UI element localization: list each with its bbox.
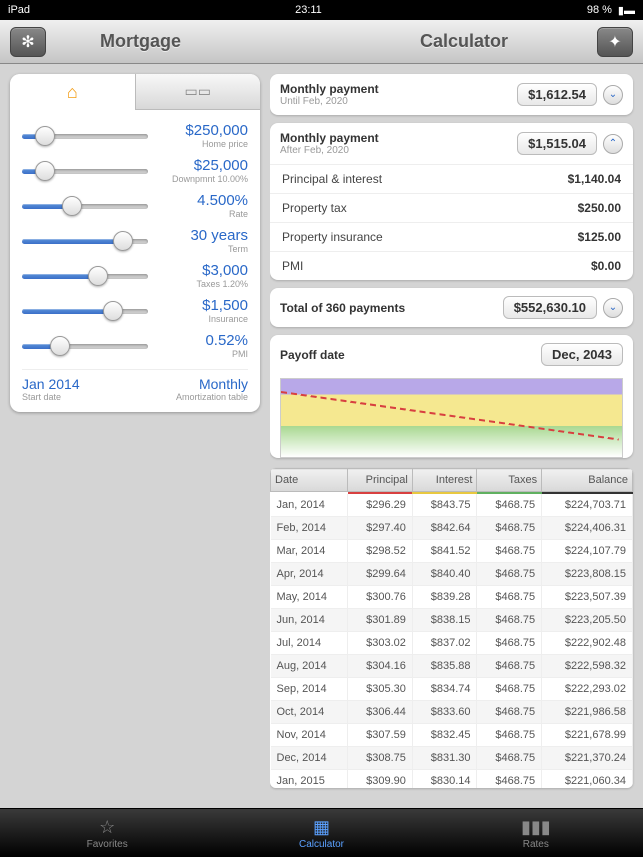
start-date-button[interactable]: Jan 2014 Start date — [22, 376, 80, 402]
payoff-chart[interactable] — [280, 378, 623, 458]
monthly-payment-after-value: $1,515.04 — [517, 132, 597, 155]
tab-rates[interactable]: ▮▮▮Rates — [429, 809, 643, 857]
inputs-card: ⌂ ▭▭ $250,000Home price $25,000Downpmnt … — [10, 74, 260, 412]
tab-favorites[interactable]: ☆Favorites — [0, 809, 214, 857]
slider-6[interactable] — [22, 336, 148, 356]
tab-calculator[interactable]: ▦Calculator — [214, 809, 428, 857]
table-row: Oct, 2014$306.44$833.60$468.75$221,986.5… — [271, 700, 633, 723]
col-header[interactable]: Interest — [412, 469, 477, 492]
col-header[interactable]: Balance — [542, 469, 633, 492]
slider-value-4: $3,000Taxes 1.20% — [148, 262, 248, 289]
slider-thumb[interactable] — [50, 336, 70, 356]
expand-button-2[interactable]: ⌄ — [603, 298, 623, 318]
payoff-date-value: Dec, 2043 — [541, 343, 623, 366]
slider-value-3: 30 yearsTerm — [148, 227, 248, 254]
table-row: May, 2014$300.76$839.28$468.75$223,507.3… — [271, 585, 633, 608]
detail-row: Principal & interest$1,140.04 — [270, 164, 633, 193]
slider-value-5: $1,500Insurance — [148, 297, 248, 324]
col-header[interactable]: Principal — [348, 469, 413, 492]
slider-value-1: $25,000Downpmnt 10.00% — [148, 157, 248, 184]
total-payments-value: $552,630.10 — [503, 296, 597, 319]
table-row: Jan, 2015$309.90$830.14$468.75$221,060.3… — [271, 769, 633, 788]
slider-thumb[interactable] — [35, 161, 55, 181]
col-header[interactable]: Taxes — [477, 469, 542, 492]
gear-icon: ✻ — [21, 32, 34, 52]
collapse-button[interactable]: ⌃ — [603, 134, 623, 154]
slider-2[interactable] — [22, 196, 148, 216]
total-payments: Total of 360 payments $552,630.10 ⌄ — [270, 288, 633, 327]
nav-title-right: Calculator — [420, 31, 508, 52]
clock: 23:11 — [295, 4, 322, 16]
star-icon: ☆ — [99, 817, 115, 838]
home-icon: ⌂ — [67, 82, 78, 103]
slider-value-6: 0.52%PMI — [148, 332, 248, 359]
table-row: Jul, 2014$303.02$837.02$468.75$222,902.4… — [271, 631, 633, 654]
cards-icon: ▭▭ — [185, 83, 211, 100]
table-row: Jun, 2014$301.89$838.15$468.75$223,205.5… — [271, 608, 633, 631]
slider-4[interactable] — [22, 266, 148, 286]
slider-thumb[interactable] — [62, 196, 82, 216]
chevron-up-icon: ⌃ — [609, 138, 617, 149]
slider-0[interactable] — [22, 126, 148, 146]
chevron-down-icon: ⌄ — [609, 302, 617, 313]
detail-row: PMI$0.00 — [270, 251, 633, 280]
amortization-table: DatePrincipalInterestTaxesBalance Jan, 2… — [270, 468, 633, 788]
monthly-payment-until: Monthly payment Until Feb, 2020 $1,612.5… — [270, 74, 633, 115]
slider-thumb[interactable] — [35, 126, 55, 146]
amortization-button[interactable]: Monthly Amortization table — [176, 376, 248, 402]
calculator-icon: ▦ — [313, 817, 330, 838]
table-row: Nov, 2014$307.59$832.45$468.75$221,678.9… — [271, 723, 633, 746]
tab-bar: ☆Favorites ▦Calculator ▮▮▮Rates — [0, 808, 643, 857]
table-row: Feb, 2014$297.40$842.64$468.75$224,406.3… — [271, 516, 633, 539]
slider-5[interactable] — [22, 301, 148, 321]
monthly-payment-after: Monthly payment After Feb, 2020 $1,515.0… — [270, 123, 633, 280]
slider-thumb[interactable] — [113, 231, 133, 251]
table-row: Aug, 2014$304.16$835.88$468.75$222,598.3… — [271, 654, 633, 677]
nav-title-left: Mortgage — [100, 31, 181, 52]
detail-row: Property tax$250.00 — [270, 193, 633, 222]
slider-thumb[interactable] — [103, 301, 123, 321]
detail-row: Property insurance$125.00 — [270, 222, 633, 251]
col-header[interactable]: Date — [271, 469, 348, 492]
tab-table[interactable]: ▭▭ — [136, 74, 261, 110]
table-row: Dec, 2014$308.75$831.30$468.75$221,370.2… — [271, 746, 633, 769]
slider-value-0: $250,000Home price — [148, 122, 248, 149]
device-label: iPad — [8, 4, 30, 16]
slider-value-2: 4.500%Rate — [148, 192, 248, 219]
table-row: Apr, 2014$299.64$840.40$468.75$223,808.1… — [271, 562, 633, 585]
monthly-payment-until-value: $1,612.54 — [517, 83, 597, 106]
chevron-down-icon: ⌄ — [609, 89, 617, 100]
slider-3[interactable] — [22, 231, 148, 251]
slider-thumb[interactable] — [88, 266, 108, 286]
battery-icon: ▮▬ — [618, 4, 635, 17]
nav-bar: ✻ Mortgage Calculator ✦ — [0, 20, 643, 64]
table-row: Jan, 2014$296.29$843.75$468.75$224,703.7… — [271, 494, 633, 517]
table-row: Sep, 2014$305.30$834.74$468.75$222,293.0… — [271, 677, 633, 700]
star-plus-icon: ✦ — [608, 32, 621, 52]
tab-home[interactable]: ⌂ — [10, 74, 136, 110]
bars-icon: ▮▮▮ — [521, 817, 551, 838]
table-row: Mar, 2014$298.52$841.52$468.75$224,107.7… — [271, 539, 633, 562]
add-favorite-button[interactable]: ✦ — [597, 27, 633, 57]
expand-button-1[interactable]: ⌄ — [603, 85, 623, 105]
slider-1[interactable] — [22, 161, 148, 181]
status-bar: iPad 23:11 98 % ▮▬ — [0, 0, 643, 20]
battery-pct: 98 % — [587, 4, 612, 16]
payoff-section: Payoff date Dec, 2043 — [270, 335, 633, 458]
settings-button[interactable]: ✻ — [10, 27, 46, 57]
